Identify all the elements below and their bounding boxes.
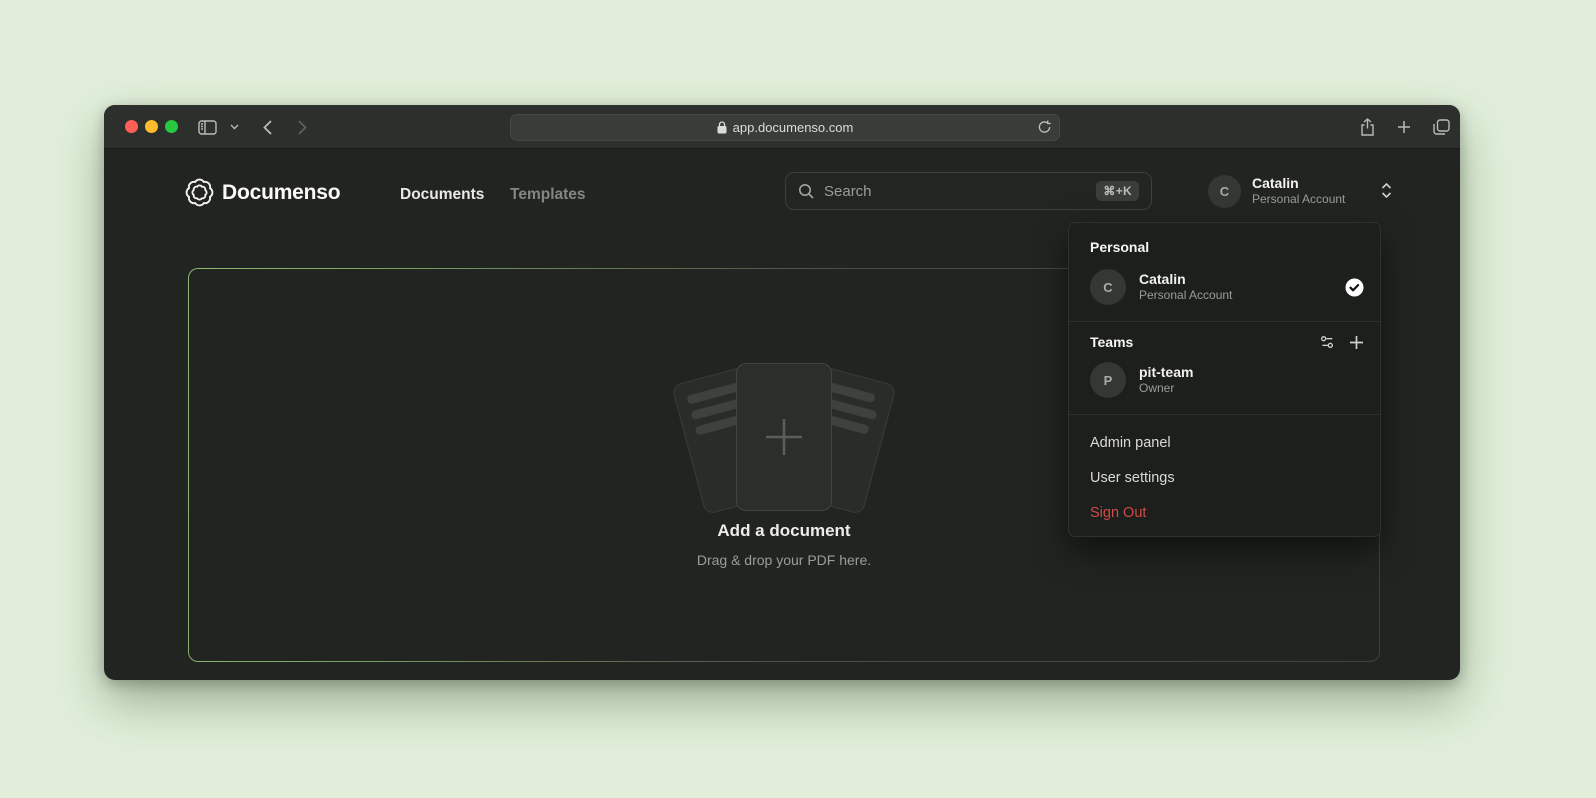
desktop-background: app.documenso.com xyxy=(0,0,1596,798)
window-minimize-button[interactable] xyxy=(145,120,158,133)
team-text: pit-team Owner xyxy=(1139,364,1193,396)
account-menu: Personal C Catalin Personal Account Team… xyxy=(1068,222,1381,537)
chevrons-up-down-icon xyxy=(1381,183,1392,203)
window-close-button[interactable] xyxy=(125,120,138,133)
back-icon[interactable] xyxy=(256,105,278,149)
documenso-logo-icon xyxy=(184,177,215,208)
menu-section-teams: Teams xyxy=(1090,334,1133,350)
nav-documents[interactable]: Documents xyxy=(400,186,484,204)
plus-icon[interactable] xyxy=(1349,335,1364,350)
personal-account-text: Catalin Personal Account xyxy=(1139,271,1232,303)
menu-divider xyxy=(1069,414,1380,415)
document-stack-illustration xyxy=(679,361,889,513)
dropzone-subtitle: Drag & drop your PDF here. xyxy=(189,552,1379,568)
share-icon[interactable] xyxy=(1354,105,1380,149)
document-card-center xyxy=(736,363,832,511)
avatar: P xyxy=(1090,362,1126,398)
nav-templates[interactable]: Templates xyxy=(510,186,586,204)
account-menu-button[interactable]: C Catalin Personal Account xyxy=(1204,173,1392,211)
settings-icon[interactable] xyxy=(1319,334,1335,350)
search-input[interactable] xyxy=(824,183,1086,200)
menu-personal-account-row[interactable]: C Catalin Personal Account xyxy=(1069,263,1380,311)
menu-item-user-settings[interactable]: User settings xyxy=(1069,460,1380,495)
search-shortcut-badge: ⌘+K xyxy=(1096,181,1139,201)
team-name: pit-team xyxy=(1139,364,1193,381)
search-box: ⌘+K xyxy=(785,172,1152,210)
menu-section-personal: Personal xyxy=(1069,233,1380,263)
search-icon xyxy=(798,183,814,199)
new-tab-icon[interactable] xyxy=(1391,105,1417,149)
url-text: app.documenso.com xyxy=(733,120,854,135)
sidebar-icon[interactable] xyxy=(194,105,220,149)
check-circle-icon xyxy=(1345,278,1364,297)
browser-toolbar: app.documenso.com xyxy=(104,105,1460,149)
menu-item-sign-out[interactable]: Sign Out xyxy=(1069,495,1380,530)
browser-window: app.documenso.com xyxy=(104,105,1460,680)
window-zoom-button[interactable] xyxy=(165,120,178,133)
team-role: Owner xyxy=(1139,381,1193,396)
teams-actions xyxy=(1319,334,1364,350)
plus-icon xyxy=(761,414,807,460)
menu-team-row[interactable]: P pit-team Owner xyxy=(1069,356,1380,404)
account-name: Catalin xyxy=(1252,175,1299,191)
menu-item-admin-panel[interactable]: Admin panel xyxy=(1069,425,1380,460)
avatar: C xyxy=(1090,269,1126,305)
address-bar[interactable]: app.documenso.com xyxy=(510,114,1060,141)
personal-account-name: Catalin xyxy=(1139,271,1232,288)
personal-account-type: Personal Account xyxy=(1139,288,1232,303)
menu-teams-header: Teams xyxy=(1069,332,1380,356)
account-type: Personal Account xyxy=(1252,192,1345,206)
brand-name: Documenso xyxy=(222,181,340,205)
reload-icon[interactable] xyxy=(1038,120,1051,137)
avatar: C xyxy=(1208,175,1241,208)
chevron-down-icon[interactable] xyxy=(226,105,242,149)
lock-icon xyxy=(717,121,727,134)
tabs-icon[interactable] xyxy=(1427,105,1455,149)
menu-divider xyxy=(1069,321,1380,322)
forward-icon[interactable] xyxy=(291,105,313,149)
